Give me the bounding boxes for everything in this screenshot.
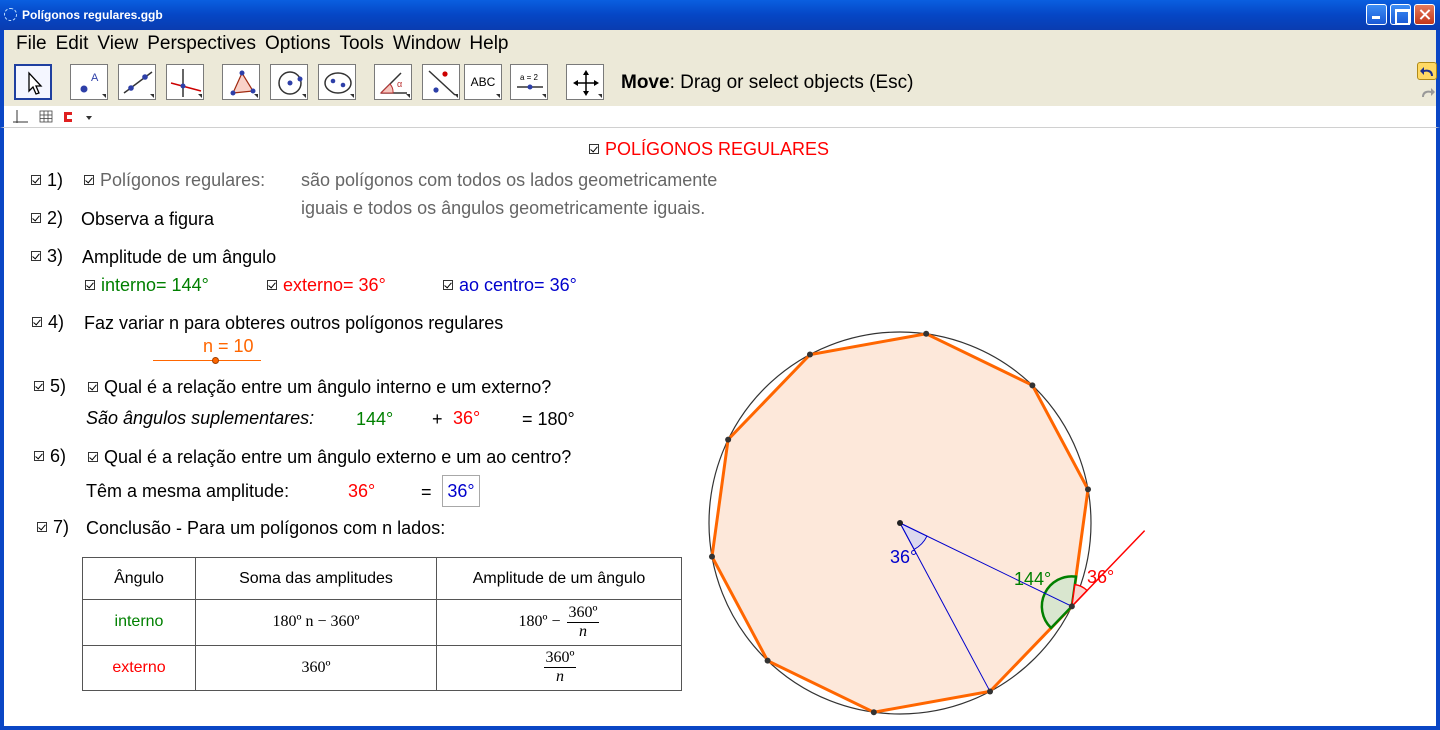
- center-angle-label: 36°: [890, 547, 917, 567]
- polygon-vertex[interactable]: [806, 351, 813, 358]
- polygon-vertex[interactable]: [708, 553, 715, 560]
- center-point[interactable]: [897, 520, 903, 526]
- interior-angle-label: 144°: [1014, 569, 1051, 589]
- polygon-figure: 36° 144° 36°: [708, 330, 1146, 716]
- polygon-vertex[interactable]: [923, 330, 930, 337]
- polygon-vertex[interactable]: [1085, 486, 1092, 493]
- polygon-vertex[interactable]: [1029, 382, 1036, 389]
- polygon-vertex[interactable]: [725, 436, 732, 443]
- polygon-vertex[interactable]: [764, 657, 771, 664]
- polygon-vertex[interactable]: [870, 709, 877, 716]
- polygon-vertex[interactable]: [987, 688, 994, 695]
- exterior-angle-label: 36°: [1087, 567, 1114, 587]
- polygon-vertex[interactable]: [1068, 603, 1075, 610]
